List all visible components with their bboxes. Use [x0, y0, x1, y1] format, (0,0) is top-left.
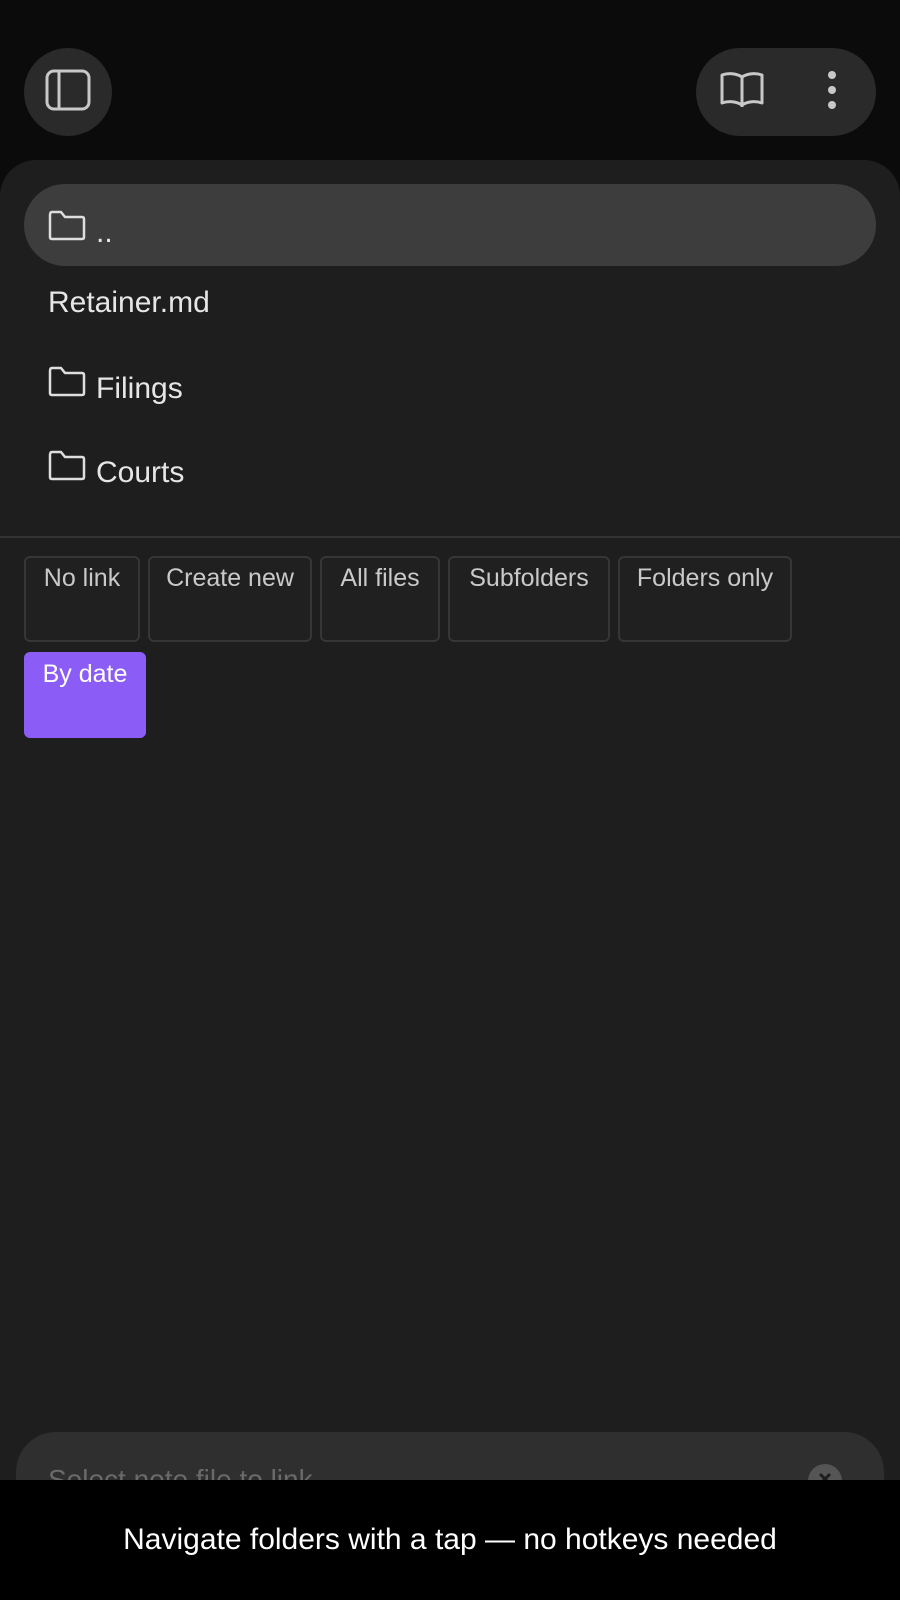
- sidebar-toggle-button[interactable]: [24, 48, 112, 136]
- more-vertical-icon: [826, 70, 838, 115]
- file-picker-sheet: .. Retainer.md Filings Courts No link Cr…: [0, 160, 900, 1600]
- book-open-icon: [718, 69, 766, 116]
- divider: [0, 536, 900, 538]
- chip-by-date[interactable]: By date: [24, 652, 146, 738]
- list-item-file[interactable]: Retainer.md: [24, 262, 876, 344]
- list-item-label: Retainer.md: [48, 286, 210, 319]
- folder-icon: [48, 209, 86, 241]
- folder-icon: [48, 449, 86, 481]
- list-item-label: ..: [96, 216, 113, 249]
- list-item-parent-folder[interactable]: ..: [24, 184, 876, 266]
- caption-banner: Navigate folders with a tap — no hotkeys…: [0, 1480, 900, 1600]
- more-options-button[interactable]: [806, 66, 858, 118]
- folder-icon: [48, 365, 86, 397]
- caption-text: Navigate folders with a tap — no hotkeys…: [123, 1523, 777, 1556]
- toolbar-pill: [696, 48, 876, 136]
- chip-subfolders[interactable]: Subfolders: [448, 556, 610, 642]
- chip-folders-only[interactable]: Folders only: [618, 556, 792, 642]
- sidebar-toggle-icon: [44, 68, 92, 117]
- reader-view-button[interactable]: [716, 66, 768, 118]
- list-item-folder[interactable]: Filings: [24, 340, 876, 422]
- chip-create-new[interactable]: Create new: [148, 556, 312, 642]
- list-item-label: Courts: [96, 456, 185, 489]
- list-item-label: Filings: [96, 372, 183, 405]
- chip-all-files[interactable]: All files: [320, 556, 440, 642]
- list-item-folder[interactable]: Courts: [24, 424, 876, 506]
- chip-no-link[interactable]: No link: [24, 556, 140, 642]
- top-bar: [0, 0, 900, 160]
